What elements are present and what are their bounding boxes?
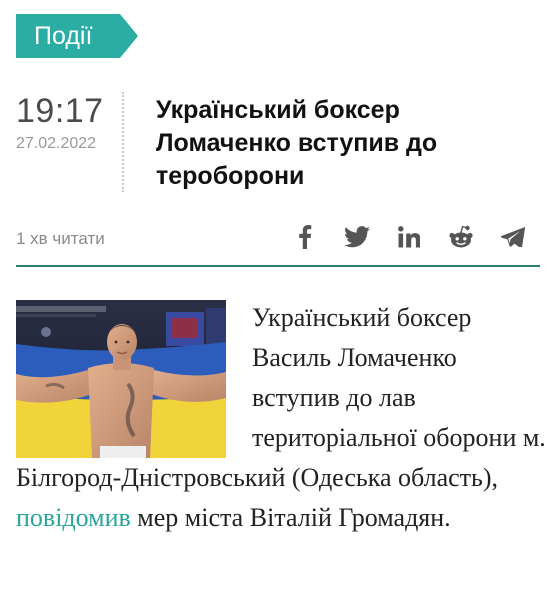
header-divider: [16, 265, 540, 267]
article-text-part-2: мер міста Віталій Громадян.: [130, 503, 451, 532]
telegram-icon: [501, 227, 525, 247]
photo-wrap-spacer: [16, 298, 252, 458]
twitter-icon: [344, 226, 370, 248]
linkedin-share-button[interactable]: [394, 222, 424, 252]
time-divider: [122, 92, 124, 192]
facebook-share-button[interactable]: [290, 222, 320, 252]
reddit-share-button[interactable]: [446, 222, 476, 252]
category-tag[interactable]: Події: [16, 14, 138, 58]
reddit-icon: [449, 225, 473, 248]
source-link[interactable]: повідомив: [16, 503, 131, 532]
share-bar: [290, 222, 528, 252]
publish-time: 19:17: [16, 92, 104, 130]
linkedin-icon: [398, 226, 420, 248]
read-time: 1 хв читати: [16, 229, 105, 248]
article-body: Український боксер Василь Ломаченко всту…: [16, 298, 550, 538]
telegram-share-button[interactable]: [498, 222, 528, 252]
article-headline: Український боксер Ломаченко вступив до …: [156, 96, 438, 190]
publish-date: 27.02.2022: [16, 135, 97, 152]
category-label: Події: [34, 22, 93, 50]
facebook-icon: [299, 225, 312, 249]
twitter-share-button[interactable]: [342, 222, 372, 252]
